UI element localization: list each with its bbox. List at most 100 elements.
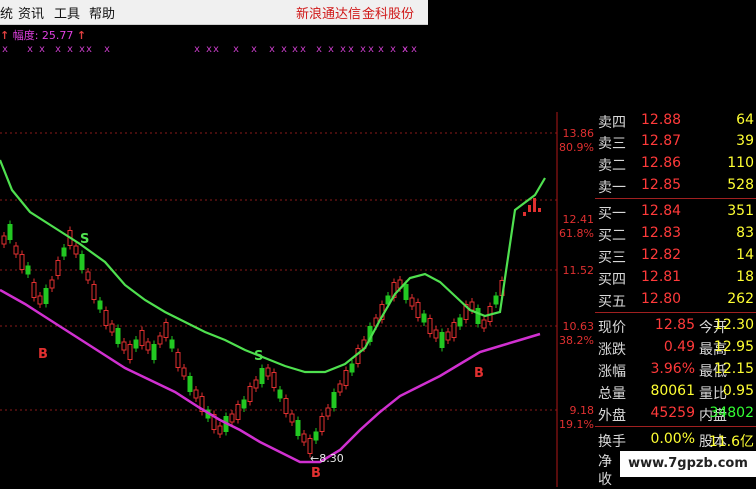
ask-row-1: 卖一 12.85 528 bbox=[595, 175, 756, 197]
stat-label: 涨幅 bbox=[598, 364, 626, 380]
ask-label: 卖四 bbox=[598, 115, 626, 131]
candle-body bbox=[247, 386, 253, 402]
bid-volume: 14 bbox=[736, 247, 754, 263]
candle-body bbox=[538, 208, 541, 212]
axis-pct-label: 19.1% bbox=[559, 418, 594, 431]
candle-body bbox=[289, 413, 295, 423]
candle-body bbox=[55, 260, 61, 276]
ask-volume: 64 bbox=[736, 112, 754, 128]
candle-body bbox=[533, 198, 536, 212]
candle-body bbox=[121, 341, 127, 351]
candle-body bbox=[175, 352, 181, 368]
stat-value: 11.6亿 bbox=[708, 434, 754, 450]
axis-price-label: 12.41 bbox=[562, 213, 595, 226]
candle-body bbox=[319, 416, 325, 432]
sell-marker: S bbox=[80, 232, 90, 247]
stat-label: 涨跌 bbox=[598, 342, 626, 358]
ask-label: 卖一 bbox=[598, 180, 626, 196]
candle-body bbox=[427, 318, 433, 334]
stat-value: 12.85 bbox=[654, 317, 695, 333]
candle-body bbox=[91, 284, 97, 300]
ask-row-2: 卖二 12.86 110 bbox=[595, 153, 756, 175]
stat-row: 现价 12.85 今开 12.30 bbox=[595, 315, 756, 337]
candle-body bbox=[337, 383, 343, 393]
candle-body bbox=[127, 344, 133, 360]
candle-body bbox=[19, 254, 25, 270]
candle-body bbox=[163, 322, 169, 338]
candle-body bbox=[493, 295, 499, 305]
stat-row: 换手 0.00% 股本 11.6亿 bbox=[595, 429, 756, 451]
stat-value: 45259 bbox=[650, 405, 695, 421]
ask-price: 12.87 bbox=[641, 133, 682, 149]
bid-price: 12.83 bbox=[641, 225, 682, 241]
candle-body bbox=[43, 288, 49, 304]
candle-body bbox=[187, 376, 193, 392]
candle-body bbox=[235, 404, 241, 420]
divider bbox=[595, 312, 756, 313]
axis-price-label: 11.52 bbox=[562, 264, 595, 277]
candle-body bbox=[13, 245, 19, 255]
ask-row-4: 卖四 12.88 64 bbox=[595, 110, 756, 132]
buy-marker: B bbox=[38, 347, 48, 362]
bid-row-3: 买三 12.82 14 bbox=[595, 245, 756, 267]
divider bbox=[595, 198, 756, 199]
axis-pct-label: 80.9% bbox=[559, 141, 594, 154]
bid-row-5: 买五 12.80 262 bbox=[595, 289, 756, 311]
stat-label: 换手 bbox=[598, 434, 626, 450]
candle-body bbox=[343, 370, 349, 386]
stat-value: 34802 bbox=[709, 405, 754, 421]
ask-price: 12.85 bbox=[641, 177, 682, 193]
candle-body bbox=[283, 398, 289, 414]
candle-body bbox=[61, 247, 67, 257]
candle-body bbox=[97, 300, 103, 310]
ask-label: 卖二 bbox=[598, 158, 626, 174]
bid-volume: 351 bbox=[727, 203, 754, 219]
stat-value: 12.15 bbox=[713, 361, 754, 377]
candle-body bbox=[439, 332, 445, 348]
bid-volume: 83 bbox=[736, 225, 754, 241]
bid-row-1: 买一 12.84 351 bbox=[595, 201, 756, 223]
candle-body bbox=[133, 339, 139, 349]
candle-body bbox=[349, 363, 355, 373]
axis-pct-label: 61.8% bbox=[559, 227, 594, 240]
candle-body bbox=[403, 284, 409, 300]
candle-body bbox=[445, 331, 451, 341]
candle-body bbox=[157, 335, 163, 345]
stat-value: 12.95 bbox=[713, 339, 754, 355]
stat-row: 涨跌 0.49 最高 12.95 bbox=[595, 337, 756, 359]
candle-body bbox=[265, 367, 271, 377]
ask-price: 12.86 bbox=[641, 155, 682, 171]
bid-label: 买三 bbox=[598, 250, 626, 266]
candle-body bbox=[151, 344, 157, 360]
candle-body bbox=[259, 368, 265, 384]
buy-marker: B bbox=[474, 366, 484, 381]
candle-body bbox=[331, 392, 337, 408]
ask-volume: 528 bbox=[727, 177, 754, 193]
ask-row-3: 卖三 12.87 39 bbox=[595, 131, 756, 153]
candle-body bbox=[481, 319, 487, 329]
candle-body bbox=[145, 341, 151, 351]
ask-volume: 110 bbox=[727, 155, 754, 171]
candle-body bbox=[409, 297, 415, 307]
bid-row-4: 买四 12.81 18 bbox=[595, 267, 756, 289]
stat-value: 12.30 bbox=[713, 317, 754, 333]
candle-body bbox=[85, 271, 91, 281]
low-price-label: ←8.30 bbox=[310, 452, 344, 465]
candle-body bbox=[115, 328, 121, 344]
candle-body bbox=[295, 420, 301, 436]
bid-label: 买四 bbox=[598, 272, 626, 288]
stat-row: 外盘 45259 内盘 34802 bbox=[595, 403, 756, 425]
candle-body bbox=[37, 295, 43, 305]
axis-pct-label: 38.2% bbox=[559, 334, 594, 347]
candle-body bbox=[109, 323, 115, 333]
candle-body bbox=[103, 310, 109, 326]
bid-volume: 18 bbox=[736, 269, 754, 285]
candle-body bbox=[7, 224, 13, 240]
candle-body bbox=[271, 372, 277, 388]
sell-marker: S bbox=[254, 349, 264, 364]
axis-price-label: 10.63 bbox=[562, 320, 595, 333]
divider bbox=[595, 426, 756, 427]
candle-body bbox=[79, 254, 85, 270]
buy-marker: B bbox=[311, 466, 321, 481]
stat-value: 80061 bbox=[650, 383, 695, 399]
